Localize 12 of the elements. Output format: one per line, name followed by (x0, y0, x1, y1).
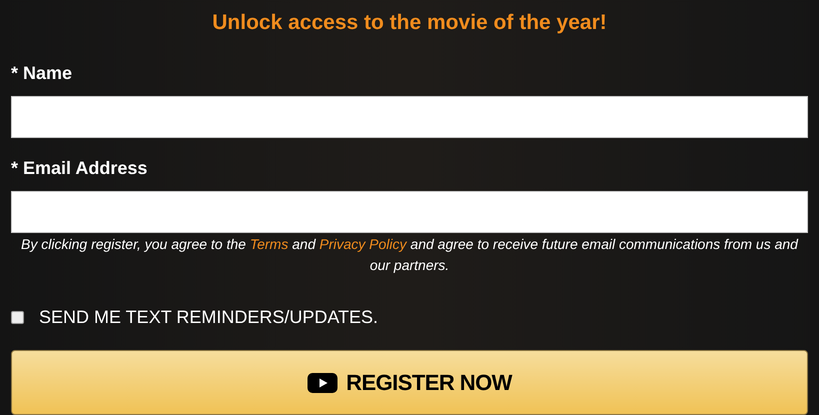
field-label: * Email Address (11, 157, 148, 179)
terms-link[interactable]: Terms (250, 236, 288, 252)
field-label: * Name (11, 62, 72, 84)
checkbox[interactable] (11, 311, 24, 324)
checkbox-label: SEND ME TEXT REMINDERS/UPDATES. (39, 306, 378, 329)
heading: Unlock access to the movie of the year! (212, 10, 607, 36)
consent-text: By clicking register, you agree to the Terms and Privacy Policy and agree to receive future email communications from us and our partners. (20, 235, 800, 275)
register-button[interactable]: REGISTER NOW (11, 350, 808, 415)
input-field[interactable] (11, 96, 808, 138)
input-field[interactable] (11, 191, 808, 233)
play-icon (307, 372, 338, 392)
privacy-link[interactable]: Privacy Policy (319, 236, 407, 252)
